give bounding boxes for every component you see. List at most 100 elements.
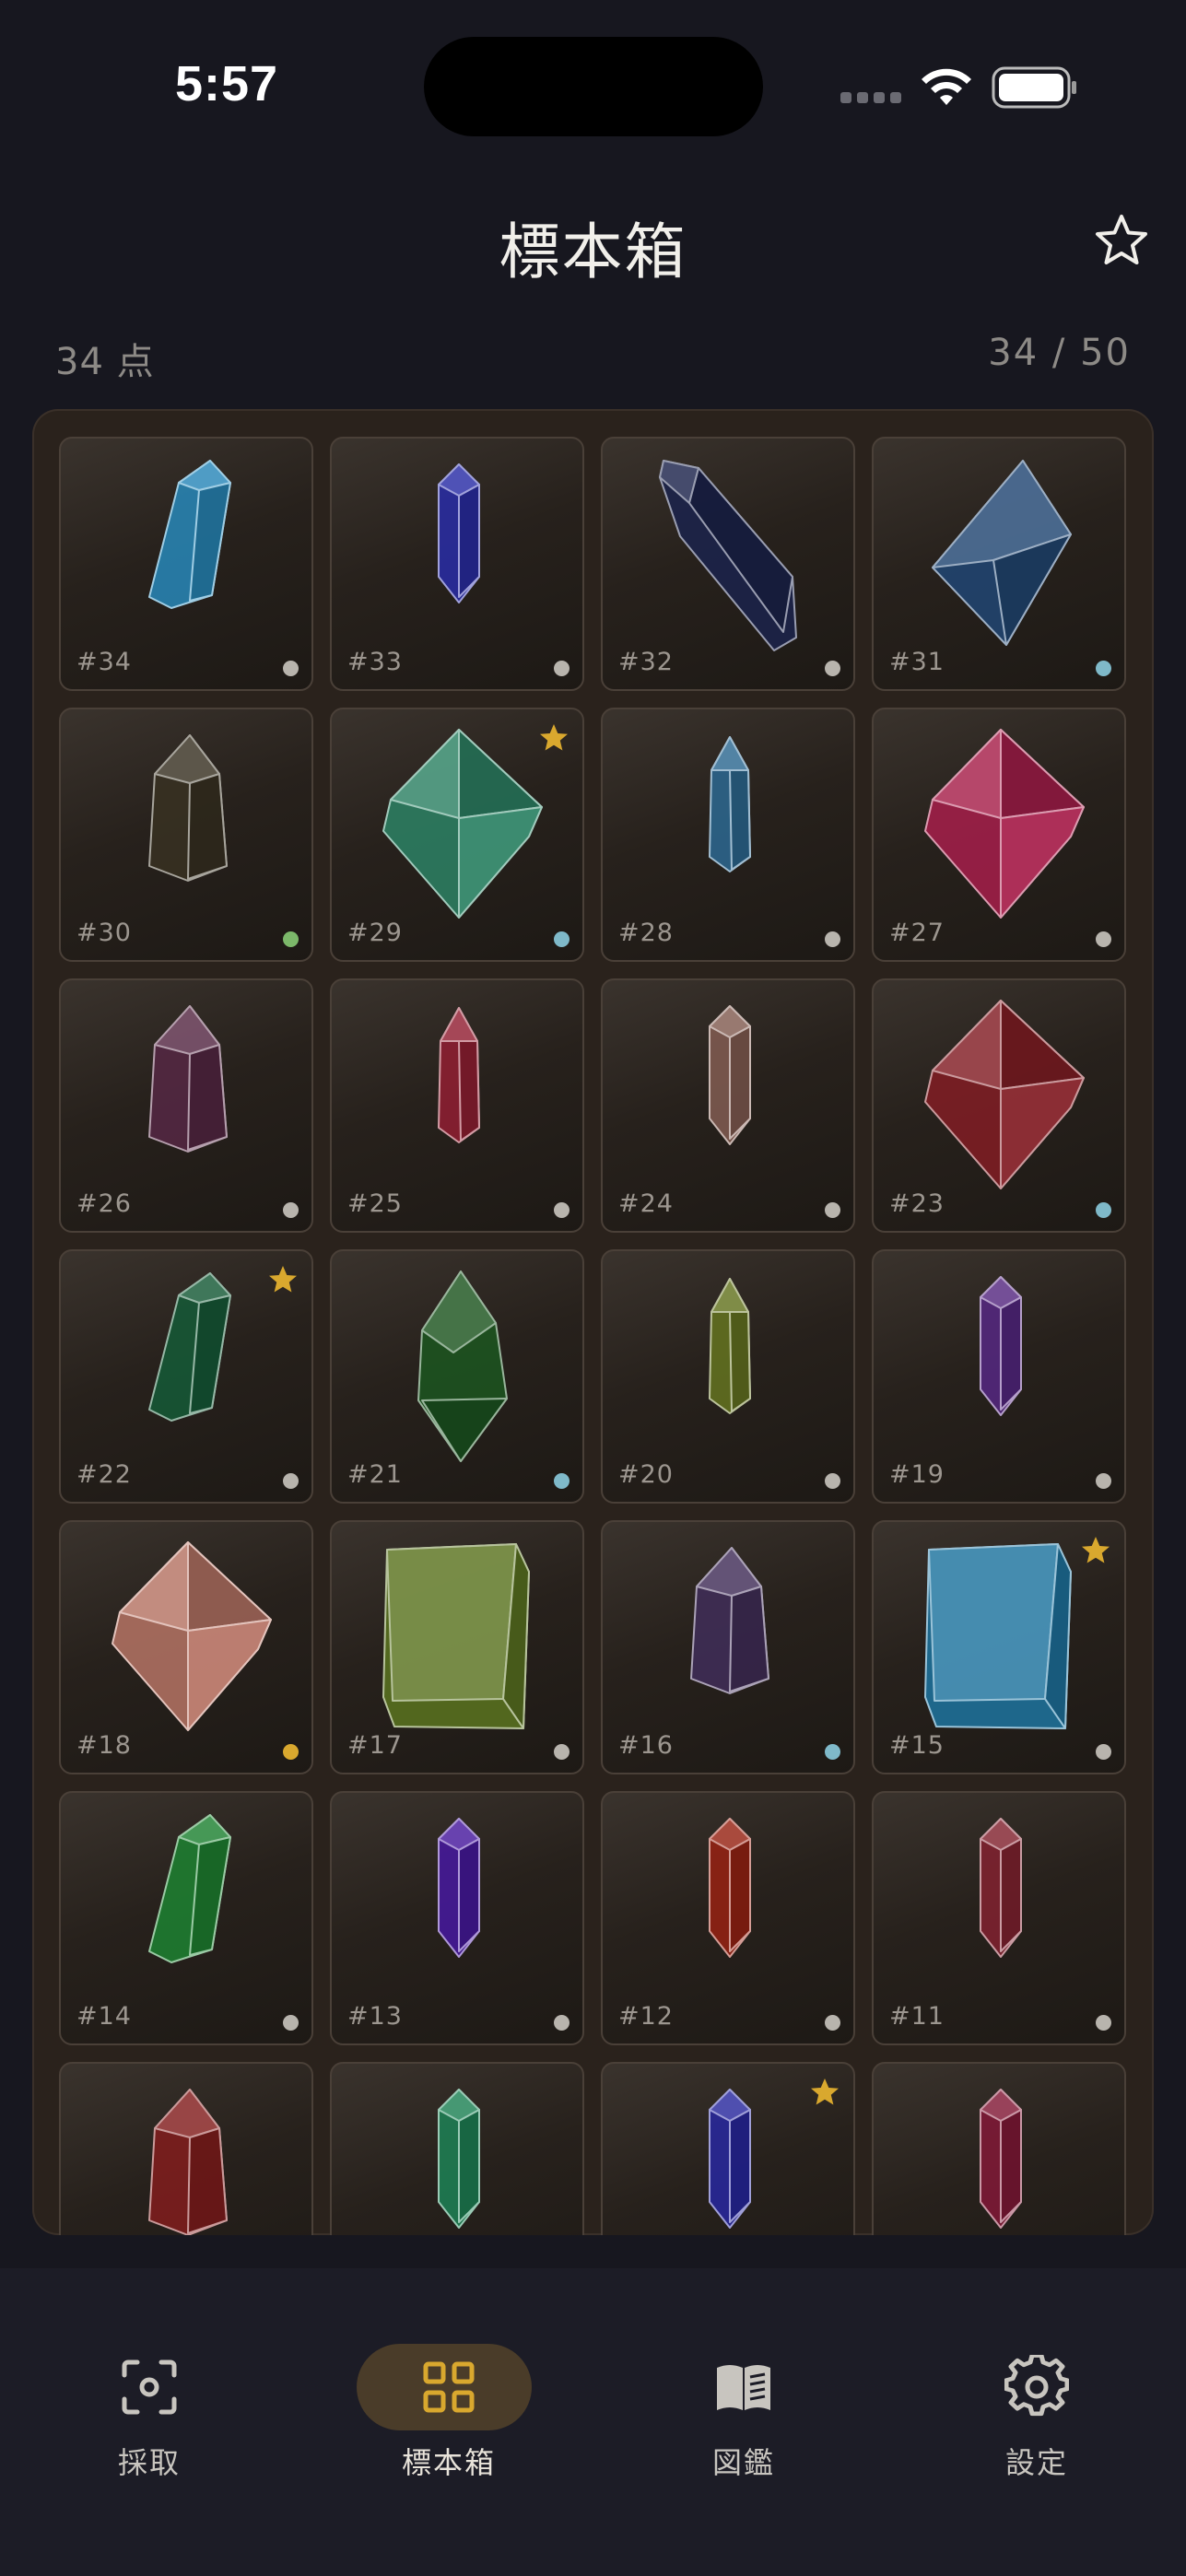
tab-specimen-box[interactable]: 標本箱 [347, 2305, 550, 2489]
specimen-cell[interactable]: #20 [601, 1249, 855, 1504]
specimen-number: #12 [618, 2002, 674, 2031]
specimen-cell[interactable]: #14 [59, 1791, 313, 2045]
rarity-dot [554, 1202, 570, 1218]
specimen-cell[interactable]: #24 [601, 978, 855, 1233]
specimen-grid: #34 #33 #32 #31 #30 #29 #28 #27 #26 #25 #24 #23 #22 #… [59, 437, 1126, 2235]
specimen-number: #28 [618, 919, 674, 947]
specimen-cell[interactable]: #32 [601, 437, 855, 691]
specimen-number: #26 [76, 1189, 132, 1218]
specimen-cell[interactable]: #30 [59, 708, 313, 962]
specimen-number: #14 [76, 2002, 132, 2031]
rarity-dot [1096, 1744, 1111, 1760]
rarity-dot [1096, 2015, 1111, 2031]
specimen-number: #19 [889, 1460, 945, 1489]
crystal-image [980, 2089, 1022, 2229]
rarity-dot [825, 1744, 840, 1760]
tab-specimen-box-label: 標本箱 [401, 2445, 496, 2480]
tab-settings[interactable]: 設定 [935, 2305, 1138, 2489]
specimen-cell[interactable]: #11 [872, 1791, 1126, 2045]
specimen-number: #22 [76, 1460, 132, 1489]
favorite-star-icon [269, 1266, 297, 1293]
specimen-cell[interactable]: #25 [330, 978, 584, 1233]
book-icon [717, 2365, 770, 2410]
page-title: 標本箱 [499, 217, 687, 287]
specimen-cell[interactable]: #31 [872, 437, 1126, 691]
cellular-signal-icon [840, 92, 901, 103]
rarity-dot [1096, 931, 1111, 947]
status-time: 5:57 [175, 56, 279, 111]
specimen-number: #32 [618, 648, 674, 676]
specimen-number: #17 [347, 1731, 403, 1760]
specimen-number: #27 [889, 919, 945, 947]
specimen-cell[interactable]: #17 [330, 1520, 584, 1774]
specimen-number: #18 [76, 1731, 132, 1760]
specimen-cell[interactable]: #27 [872, 708, 1126, 962]
rarity-dot [554, 661, 570, 676]
specimen-cell[interactable]: #29 [330, 708, 584, 962]
rarity-dot [825, 661, 840, 676]
specimen-number: #23 [889, 1189, 945, 1218]
rarity-dot [283, 1202, 299, 1218]
specimen-tray: #34 #33 #32 #31 #30 #29 #28 #27 #26 #25 #24 #23 #22 #… [32, 409, 1154, 2235]
specimen-cell[interactable]: #12 [601, 1791, 855, 2045]
specimen-cell[interactable] [601, 2062, 855, 2235]
specimen-cell[interactable]: #33 [330, 437, 584, 691]
specimen-number: #29 [347, 919, 403, 947]
tab-settings-label: 設定 [1004, 2445, 1068, 2480]
specimen-cell[interactable]: #19 [872, 1249, 1126, 1504]
rarity-dot [554, 1744, 570, 1760]
specimen-cell[interactable]: #28 [601, 708, 855, 962]
specimen-cell[interactable] [59, 2062, 313, 2235]
rarity-dot [554, 2015, 570, 2031]
collection-progress: 34 / 50 [988, 332, 1131, 374]
favorites-star-button[interactable] [1093, 212, 1150, 269]
specimen-number: #13 [347, 2002, 403, 2031]
rarity-dot [554, 931, 570, 947]
rarity-dot [1096, 1202, 1111, 1218]
rarity-dot [1096, 1473, 1111, 1489]
rarity-dot [554, 1473, 570, 1489]
tab-encyclopedia-label: 図鑑 [711, 2445, 775, 2480]
crystal-image [438, 2089, 480, 2229]
tab-encyclopedia[interactable]: 図鑑 [642, 2305, 845, 2489]
specimen-cell[interactable] [872, 2062, 1126, 2235]
specimen-cell[interactable]: #15 [872, 1520, 1126, 1774]
rarity-dot [283, 1473, 299, 1489]
dynamic-island [424, 37, 763, 136]
specimen-cell[interactable]: #13 [330, 1791, 584, 2045]
favorite-star-icon [811, 2078, 839, 2105]
specimen-number: #25 [347, 1189, 403, 1218]
rarity-dot [825, 1202, 840, 1218]
specimen-cell[interactable]: #21 [330, 1249, 584, 1504]
specimen-number: #11 [889, 2002, 945, 2031]
specimen-number: #24 [618, 1189, 674, 1218]
specimen-cell[interactable]: #16 [601, 1520, 855, 1774]
specimen-cell[interactable] [330, 2062, 584, 2235]
rarity-dot [283, 2015, 299, 2031]
specimen-cell[interactable]: #22 [59, 1249, 313, 1504]
gear-icon [1004, 2355, 1069, 2417]
specimen-number: #33 [347, 648, 403, 676]
rarity-dot [825, 2015, 840, 2031]
app-screen: { "status_bar": { "time": "5:57" }, "hea… [0, 0, 1186, 2576]
specimen-number: #20 [618, 1460, 674, 1489]
specimen-number: #31 [889, 648, 945, 676]
specimen-cell[interactable]: #26 [59, 978, 313, 1233]
favorite-star-icon [540, 724, 568, 751]
scan-icon [122, 2359, 177, 2415]
specimen-cell[interactable]: #34 [59, 437, 313, 691]
specimen-number: #21 [347, 1460, 403, 1489]
tab-collect-label: 採取 [117, 2445, 181, 2480]
crystal-image [148, 2089, 228, 2235]
rarity-dot [1096, 661, 1111, 676]
specimen-cell[interactable]: #23 [872, 978, 1126, 1233]
favorite-star-icon [1082, 1537, 1110, 1563]
tab-bar: 採取 標本箱 図鑑 設定 [0, 2268, 1186, 2576]
specimen-number: #34 [76, 648, 132, 676]
rarity-dot [825, 931, 840, 947]
battery-icon [992, 66, 1076, 109]
specimen-cell[interactable]: #18 [59, 1520, 313, 1774]
tab-collect[interactable]: 採取 [48, 2305, 251, 2489]
wifi-icon [922, 68, 971, 105]
specimen-number: #15 [889, 1731, 945, 1760]
